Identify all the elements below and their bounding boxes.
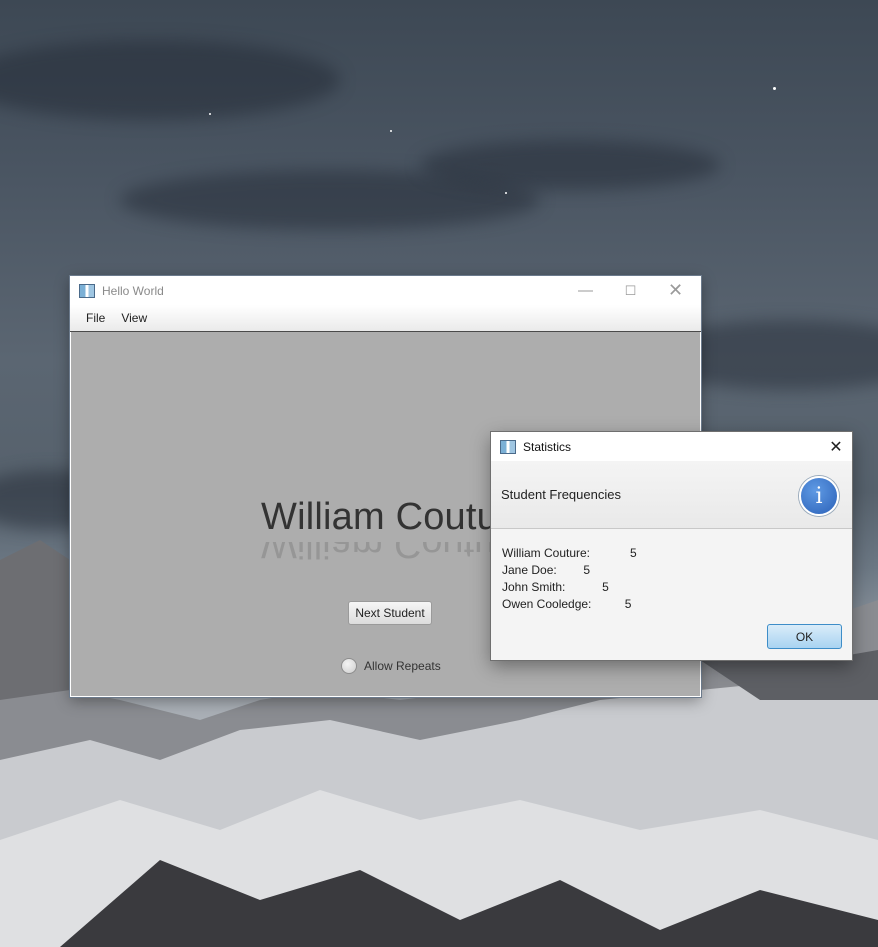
allow-repeats-label: Allow Repeats (364, 659, 441, 673)
close-button[interactable]: ✕ (653, 276, 698, 305)
statistics-dialog: Statistics ✕ Student Frequencies i Willi… (491, 432, 852, 660)
dialog-title-bar[interactable]: Statistics ✕ (491, 432, 852, 461)
student-count: 5 (630, 546, 637, 560)
dialog-close-button[interactable]: ✕ (820, 432, 852, 461)
frequency-list: William Couture: 5 Jane Doe: 5 John Smit… (502, 546, 637, 614)
allow-repeats-toggle[interactable]: Allow Repeats (341, 658, 441, 674)
dialog-heading: Student Frequencies (501, 487, 621, 502)
menu-bar: File View (70, 305, 701, 332)
maximize-button[interactable]: ☐ (608, 276, 653, 305)
student-label: Owen Cooledge: (502, 597, 592, 611)
menu-view[interactable]: View (113, 311, 155, 325)
frequency-row: Owen Cooledge: 5 (502, 597, 637, 614)
frequency-row: William Couture: 5 (502, 546, 637, 563)
allow-repeats-radio[interactable] (341, 658, 357, 674)
ok-button[interactable]: OK (767, 624, 842, 649)
next-student-button[interactable]: Next Student (348, 601, 432, 625)
menu-file[interactable]: File (78, 311, 113, 325)
dialog-app-icon (500, 439, 516, 454)
minimize-button[interactable]: — (563, 276, 608, 305)
frequency-row: Jane Doe: 5 (502, 563, 637, 580)
student-count: 5 (624, 597, 632, 611)
row-spacer (565, 580, 602, 597)
info-icon: i (799, 476, 839, 516)
row-spacer (591, 597, 624, 614)
frequency-row: John Smith: 5 (502, 580, 637, 597)
row-spacer (557, 563, 584, 580)
student-label: John Smith: (502, 580, 566, 594)
window-title: Hello World (102, 283, 164, 298)
student-count: 5 (602, 580, 609, 594)
dialog-title: Statistics (523, 439, 572, 454)
app-icon (79, 283, 95, 298)
title-bar[interactable]: Hello World — ☐ ✕ (70, 276, 701, 305)
row-spacer (590, 546, 630, 563)
student-label: Jane Doe: (502, 563, 557, 577)
student-name-reflection: William Couture (261, 542, 530, 565)
dialog-header: Student Frequencies i (491, 461, 852, 529)
student-label: William Couture: (502, 546, 591, 560)
student-count: 5 (583, 563, 591, 577)
